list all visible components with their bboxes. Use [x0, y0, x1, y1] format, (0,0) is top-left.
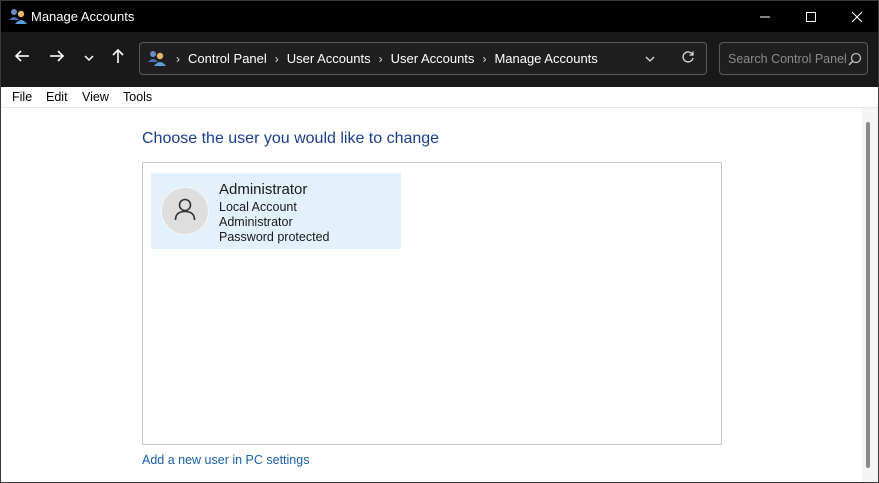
- breadcrumb-manage-accounts[interactable]: Manage Accounts: [492, 51, 599, 66]
- account-name: Administrator: [219, 181, 308, 198]
- search-icon[interactable]: [847, 51, 863, 67]
- menu-edit[interactable]: Edit: [46, 90, 68, 104]
- search-box[interactable]: [719, 42, 868, 75]
- avatar: [161, 187, 209, 235]
- back-arrow-icon: [14, 49, 30, 68]
- vertical-scrollbar[interactable]: [862, 108, 878, 482]
- refresh-button[interactable]: [677, 49, 699, 69]
- menu-tools[interactable]: Tools: [123, 90, 152, 104]
- manage-accounts-window: Manage Accounts › Control Panel › User A…: [0, 0, 879, 483]
- page-title: Choose the user you would like to change: [142, 130, 440, 147]
- main-content: Choose the user you would like to change…: [1, 108, 862, 482]
- breadcrumb-user-accounts[interactable]: User Accounts: [285, 51, 373, 66]
- breadcrumb-separator[interactable]: ›: [269, 52, 285, 66]
- search-input[interactable]: [720, 43, 846, 74]
- breadcrumb-control-panel[interactable]: Control Panel: [186, 51, 269, 66]
- chevron-down-icon: [83, 49, 95, 67]
- window-title: Manage Accounts: [31, 9, 135, 24]
- account-type: Local Account: [219, 200, 297, 214]
- scrollbar-thumb[interactable]: [866, 122, 870, 468]
- chevron-down-icon: [644, 50, 656, 68]
- forward-arrow-icon: [49, 49, 65, 68]
- recent-locations-button[interactable]: [76, 44, 102, 72]
- menu-bar: File Edit View Tools: [1, 87, 878, 108]
- user-icon: [172, 196, 198, 227]
- up-arrow-icon: [111, 48, 125, 69]
- breadcrumb-separator[interactable]: ›: [373, 52, 389, 66]
- navigation-bar: › Control Panel › User Accounts › User A…: [1, 32, 878, 87]
- back-button[interactable]: [9, 44, 35, 72]
- address-history-dropdown[interactable]: [640, 50, 660, 68]
- title-bar: Manage Accounts: [1, 1, 878, 32]
- account-status: Password protected: [219, 230, 330, 244]
- users-icon: [9, 8, 27, 25]
- menu-file[interactable]: File: [12, 90, 32, 104]
- maximize-button[interactable]: [788, 1, 834, 32]
- account-tile-administrator[interactable]: Administrator Local Account Administrato…: [151, 173, 401, 249]
- forward-button[interactable]: [44, 44, 70, 72]
- breadcrumb-user-accounts-sub[interactable]: User Accounts: [389, 51, 477, 66]
- accounts-list: Administrator Local Account Administrato…: [142, 162, 722, 445]
- maximize-icon: [805, 11, 817, 23]
- breadcrumb-separator: ›: [176, 51, 180, 66]
- minimize-icon: [759, 11, 771, 23]
- up-button[interactable]: [105, 44, 131, 72]
- address-bar[interactable]: › Control Panel › User Accounts › User A…: [139, 42, 707, 75]
- account-role: Administrator: [219, 215, 293, 229]
- users-icon: [148, 49, 166, 67]
- refresh-icon: [681, 50, 695, 69]
- close-icon: [851, 11, 863, 23]
- minimize-button[interactable]: [742, 1, 788, 32]
- close-button[interactable]: [834, 1, 878, 32]
- menu-view[interactable]: View: [82, 90, 109, 104]
- add-user-link[interactable]: Add a new user in PC settings: [142, 453, 309, 467]
- breadcrumb-separator[interactable]: ›: [476, 52, 492, 66]
- breadcrumb: › Control Panel › User Accounts › User A…: [170, 43, 600, 74]
